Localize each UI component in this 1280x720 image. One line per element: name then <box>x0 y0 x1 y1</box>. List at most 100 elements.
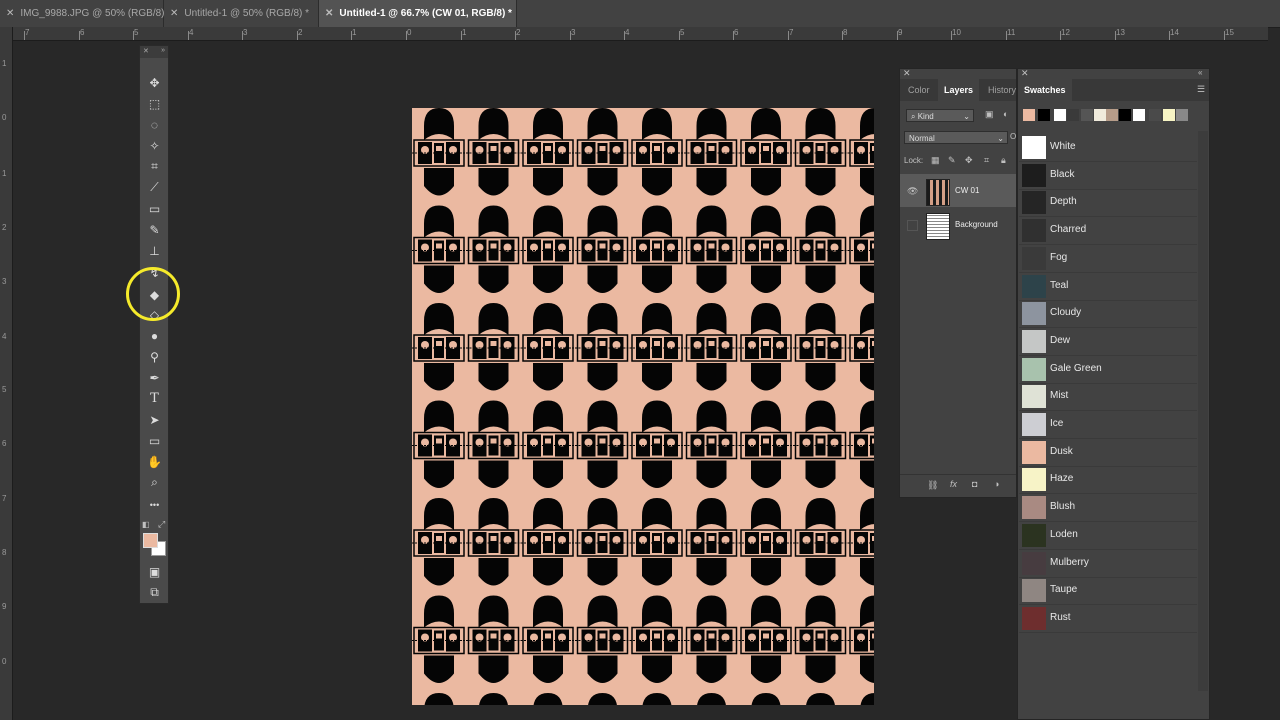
document-tab-active[interactable]: ✕ Untitled-1 @ 66.7% (CW 01, RGB/8) * <box>319 0 517 27</box>
type-icon[interactable]: T <box>146 390 163 407</box>
swatch-row[interactable]: Haze <box>1019 466 1197 495</box>
recent-swatch[interactable] <box>1038 109 1050 121</box>
toolbar-grip[interactable]: ✕» <box>140 46 168 58</box>
recent-swatch[interactable] <box>1163 109 1175 121</box>
adjustment-icon[interactable]: ◑ <box>994 479 999 489</box>
fx-icon[interactable]: fx <box>950 479 957 489</box>
swatch-row[interactable]: Cloudy <box>1019 300 1197 329</box>
recent-swatch[interactable] <box>1149 109 1161 121</box>
ruler-tick-label: 3 <box>571 28 576 37</box>
swatch-row[interactable]: Gale Green <box>1019 356 1197 384</box>
image-filter-icon[interactable]: ▣ <box>985 109 994 120</box>
healing-brush-icon[interactable]: ▭ <box>146 200 163 217</box>
layer-row-background[interactable]: Background <box>900 208 1016 241</box>
tab-history[interactable]: History <box>988 79 1016 101</box>
recent-swatch[interactable] <box>1054 109 1066 121</box>
path-selection-icon[interactable]: ➤ <box>146 411 163 428</box>
recent-swatch[interactable] <box>1133 109 1145 121</box>
default-colors-icon[interactable]: ◧ <box>142 520 150 529</box>
close-icon[interactable]: ✕ <box>325 0 333 27</box>
blur-icon[interactable]: ● <box>146 327 163 344</box>
lock-all-icon[interactable]: 🔒︎ <box>1001 155 1006 166</box>
document-canvas[interactable] <box>412 108 874 705</box>
panel-tabs: Color Layers History <box>900 79 1016 101</box>
cursor-highlight <box>126 267 180 321</box>
close-icon[interactable]: ✕ <box>170 0 178 27</box>
more-tools-icon[interactable]: ••• <box>146 496 163 513</box>
swatch-row[interactable]: Teal <box>1019 273 1197 301</box>
lock-artboard-icon[interactable]: ⌗ <box>984 155 989 166</box>
swatch-row[interactable]: Blush <box>1019 494 1197 523</box>
visibility-eye-icon[interactable]: 👁︎ <box>907 186 918 197</box>
marquee-icon[interactable]: ⬚ <box>146 95 163 112</box>
dodge-icon[interactable]: ⚲ <box>146 348 163 365</box>
brush-icon[interactable]: ✎ <box>146 221 163 238</box>
document-tab[interactable]: ✕ IMG_9988.JPG @ 50% (RGB/8) <box>0 0 164 27</box>
swatch-row[interactable]: Ice <box>1019 411 1197 439</box>
document-tab[interactable]: ✕ Untitled-1 @ 50% (RGB/8) * <box>164 0 319 27</box>
move-icon[interactable]: ✥ <box>146 74 163 91</box>
hand-icon[interactable]: ✋ <box>146 453 163 470</box>
swatch-row[interactable]: Taupe <box>1019 577 1197 606</box>
link-icon[interactable]: ⛓︎ <box>927 480 938 491</box>
recent-swatch[interactable] <box>1094 109 1106 121</box>
swatch-row[interactable]: Dusk <box>1019 439 1197 467</box>
tab-color[interactable]: Color <box>908 79 930 101</box>
recent-swatch[interactable] <box>1023 109 1035 121</box>
tab-label: IMG_9988.JPG @ 50% (RGB/8) <box>20 8 165 19</box>
magic-wand-icon[interactable]: ✧ <box>146 137 163 154</box>
recent-swatch[interactable] <box>1081 109 1093 121</box>
zoom-icon[interactable]: ⌕ <box>146 474 163 491</box>
recent-swatch[interactable] <box>1067 109 1079 121</box>
swatch-chip <box>1022 357 1046 381</box>
swatches-scrollbar[interactable] <box>1198 131 1208 691</box>
recent-swatch[interactable] <box>1176 109 1188 121</box>
swatch-row[interactable]: Mulberry <box>1019 550 1197 578</box>
collapse-icon[interactable]: » <box>161 47 165 54</box>
foreground-color-swatch[interactable] <box>143 533 158 548</box>
swatch-row[interactable]: Black <box>1019 162 1197 190</box>
swatch-row[interactable]: Loden <box>1019 522 1197 550</box>
swatch-row[interactable]: Depth <box>1019 189 1197 218</box>
close-icon[interactable]: ✕ <box>143 47 149 55</box>
eyedropper-icon[interactable]: ⟋ <box>146 179 163 196</box>
collapse-icon[interactable]: « <box>1198 68 1202 77</box>
ruler-tick <box>1006 31 1007 40</box>
swatch-row[interactable]: Mist <box>1019 383 1197 412</box>
mask-icon[interactable]: ◘ <box>972 479 977 489</box>
quick-mask-icon[interactable]: ▣ <box>146 563 163 580</box>
rectangle-icon[interactable]: ▭ <box>146 432 163 449</box>
visibility-toggle[interactable] <box>907 220 918 231</box>
layer-filter-kind[interactable]: ⌕ Kind ⌄ <box>906 109 974 122</box>
recent-swatch[interactable] <box>1119 109 1131 121</box>
lock-transparent-icon[interactable]: ▦ <box>931 155 940 166</box>
ruler-tick-label: 1 <box>462 28 467 37</box>
swatch-row[interactable]: White <box>1019 134 1197 162</box>
close-icon[interactable]: ✕ <box>903 68 911 79</box>
clone-stamp-icon[interactable]: ⊥ <box>146 242 163 259</box>
swap-colors-icon[interactable]: ⤢ <box>158 519 165 530</box>
recent-swatch[interactable] <box>1106 109 1118 121</box>
horizontal-ruler[interactable]: 7 6 5 4 3 2 1 0 1 2 3 4 5 6 7 8 9 10 11 12 13 14 15 <box>12 27 1268 41</box>
lock-position-icon[interactable]: ✥ <box>965 155 973 166</box>
tab-swatches[interactable]: Swatches <box>1018 79 1072 101</box>
close-icon[interactable]: ✕ <box>1021 68 1029 79</box>
tab-layers[interactable]: Layers <box>938 79 980 101</box>
swatch-row[interactable]: Charred <box>1019 217 1197 246</box>
pen-icon[interactable]: ✒ <box>146 369 163 386</box>
chevron-down-icon: ⌄ <box>997 134 1004 143</box>
swatch-row[interactable]: Dew <box>1019 328 1197 356</box>
lock-image-icon[interactable]: ✎ <box>948 155 956 166</box>
swatch-row[interactable]: Fog <box>1019 245 1197 273</box>
adjustment-filter-icon[interactable]: ◐ <box>1003 109 1008 119</box>
swatch-name: Charred <box>1050 224 1087 236</box>
layer-row-cw01[interactable]: 👁︎ CW 01 <box>900 174 1016 207</box>
swatch-row[interactable]: Rust <box>1019 605 1197 633</box>
vertical-ruler[interactable]: 1 0 1 2 3 4 5 6 7 8 9 0 <box>0 27 13 720</box>
panel-menu-icon[interactable]: ☰ <box>1197 84 1205 95</box>
crop-icon[interactable]: ⌗ <box>146 158 163 175</box>
close-icon[interactable]: ✕ <box>6 0 14 27</box>
blend-mode-select[interactable]: Normal ⌄ <box>904 131 1008 144</box>
screen-mode-icon[interactable]: ⧉ <box>146 584 163 601</box>
lasso-icon[interactable]: ◌ <box>146 116 163 133</box>
